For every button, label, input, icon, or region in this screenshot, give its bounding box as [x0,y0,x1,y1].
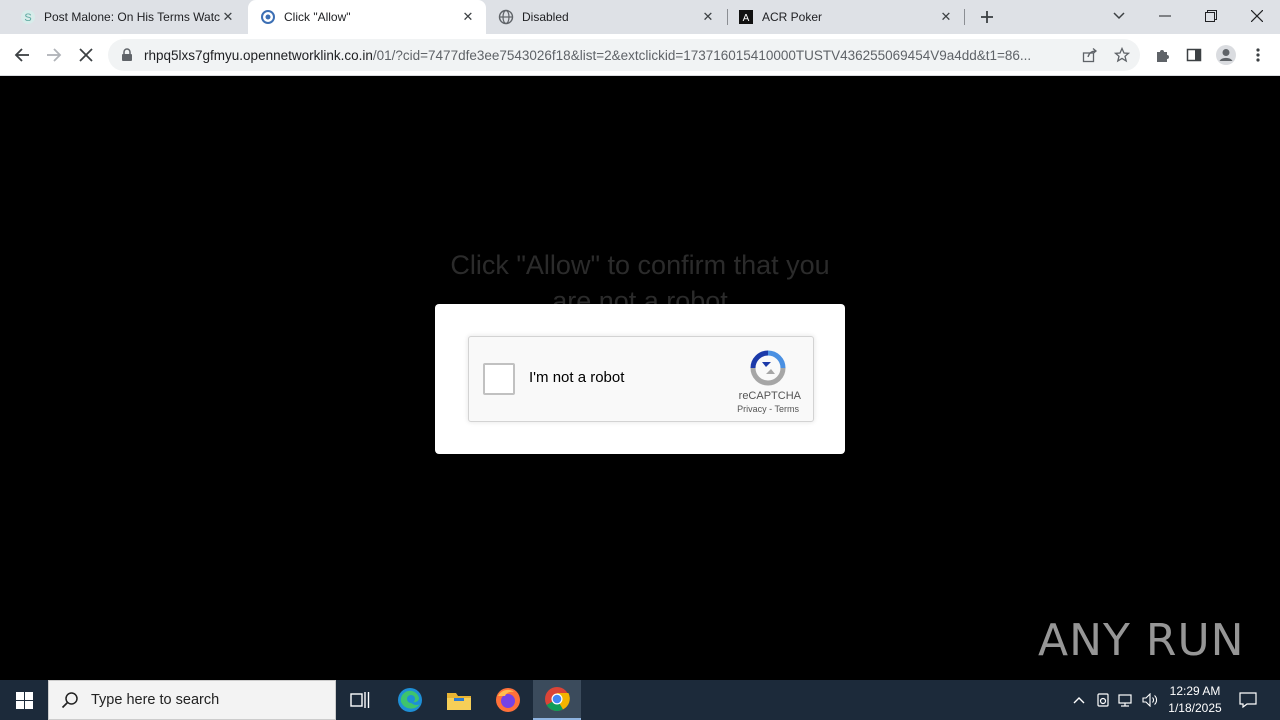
chrome-taskbar-button[interactable] [533,680,581,720]
tab-title: ACR Poker [762,10,823,24]
close-tab-icon[interactable]: ✕ [700,9,716,25]
recaptcha-label: I'm not a robot [529,369,625,386]
bookmark-star-icon[interactable] [1112,45,1132,65]
anyrun-watermark: ANY RUN [1038,607,1245,673]
restore-button[interactable] [1188,0,1234,32]
close-icon [1251,10,1263,22]
firefox-icon [496,688,520,712]
tab-acr-poker[interactable]: A ACR Poker ✕ [728,0,964,34]
puzzle-icon [1157,50,1169,62]
clock-time: 12:29 AM [1169,684,1221,698]
search-placeholder: Type here to search [91,692,220,708]
back-button[interactable] [8,41,36,69]
file-explorer-taskbar-button[interactable] [435,680,483,720]
restore-icon [1205,10,1217,22]
share-icon[interactable] [1080,45,1100,65]
s-letter-icon: S [20,9,36,25]
notification-center-button[interactable] [1234,680,1262,720]
arrow-right-icon [47,48,62,62]
close-tab-icon[interactable]: ✕ [220,9,236,25]
side-panel-icon [1186,48,1202,62]
watermark-text: ANY RUN [1038,614,1245,666]
url-text[interactable]: rhpq5lxs7gfmyu.opennetworklink.co.in/01/… [144,48,1074,63]
svg-text:S: S [24,12,31,24]
minimize-button[interactable] [1142,0,1188,32]
address-bar[interactable]: rhpq5lxs7gfmyu.opennetworklink.co.in/01/… [108,39,1140,71]
url-path: /01/?cid=7477dfe3ee7543026f18&list=2&ext… [372,47,1032,63]
stop-loading-button[interactable] [72,41,100,69]
network-icon [1118,694,1132,707]
lock-icon[interactable] [120,48,134,62]
recaptcha-brand: reCAPTCHA [738,390,801,402]
tab-separator [964,9,965,25]
network-tray-icon[interactable] [1115,680,1139,720]
show-hidden-icons-button[interactable] [1068,680,1090,720]
search-icon [61,692,78,709]
tab-click-allow[interactable]: Click "Allow" ✕ [248,0,486,34]
recaptcha-widget: I'm not a robot reCAPTCHA Privacy - Term… [468,336,814,422]
close-tab-icon[interactable]: ✕ [938,9,954,25]
edge-taskbar-button[interactable] [386,680,434,720]
task-view-button[interactable] [336,680,384,720]
forward-button[interactable] [40,41,68,69]
captcha-modal: I'm not a robot reCAPTCHA Privacy - Term… [435,304,845,454]
windows-logo-icon [15,691,33,709]
url-host: rhpq5lxs7gfmyu.opennetworklink.co.in [144,47,373,63]
chevron-up-icon [1073,697,1085,704]
acr-poker-icon: A [738,9,754,25]
task-view-icon [350,692,370,708]
profile-button[interactable] [1212,41,1240,69]
close-tab-icon[interactable]: ✕ [460,9,476,25]
more-vertical-icon [1256,48,1260,62]
svg-text:A: A [743,13,750,24]
minimize-icon [1159,15,1171,17]
plus-icon [981,11,993,23]
chrome-icon [545,687,570,712]
clock-date: 1/18/2025 [1168,701,1222,715]
taskbar-search-box[interactable]: Type here to search [48,680,336,720]
recaptcha-logo-icon [750,350,786,386]
side-panel-button[interactable] [1180,41,1208,69]
firefox-taskbar-button[interactable] [484,680,532,720]
extensions-button[interactable] [1148,41,1176,69]
notification-icon [1239,692,1257,708]
arrow-left-icon [14,48,29,62]
tab-title: Post Malone: On His Terms Watc [44,10,220,24]
globe-icon [498,9,514,25]
tab-post-malone[interactable]: S Post Malone: On His Terms Watc ✕ [0,0,246,34]
start-button[interactable] [0,680,48,720]
close-window-button[interactable] [1234,0,1280,32]
globe-loading-icon [260,9,276,25]
tab-title: Disabled [522,10,569,24]
recaptcha-privacy-terms-links[interactable]: Privacy - Terms [737,404,799,414]
browser-menu-button[interactable] [1244,41,1272,69]
volume-tray-icon[interactable] [1140,680,1162,720]
browser-toolbar: rhpq5lxs7gfmyu.opennetworklink.co.in/01/… [0,34,1280,76]
stop-icon [79,48,93,62]
page-content: Click "Allow" to confirm that you are no… [0,77,1280,680]
tab-search-button[interactable] [1096,0,1142,32]
folder-icon [447,693,471,710]
tray-device-icon[interactable] [1092,680,1114,720]
tab-strip: S Post Malone: On His Terms Watc ✕ Click… [0,0,1280,34]
device-icon [1097,693,1109,707]
tab-disabled[interactable]: Disabled ✕ [488,0,726,34]
edge-icon [398,688,422,712]
taskbar-clock[interactable]: 12:29 AM 1/18/2025 [1160,683,1230,717]
speaker-icon [1142,693,1157,707]
profile-avatar-icon [1216,45,1236,65]
windows-taskbar: Type here to search 12:29 AM 1/18/2025 [0,680,1280,720]
chevron-down-icon [1113,12,1125,20]
new-tab-button[interactable] [975,5,999,29]
tab-title: Click "Allow" [284,10,351,24]
recaptcha-checkbox[interactable] [483,363,515,395]
